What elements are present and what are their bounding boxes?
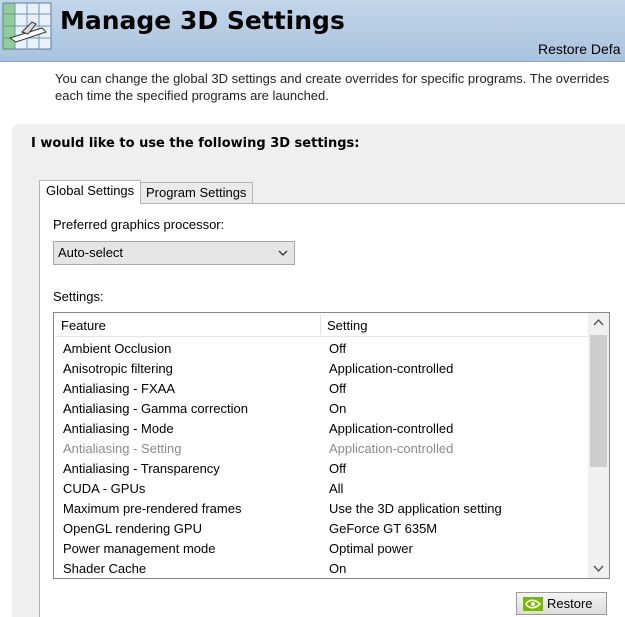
select-value: Auto-select [58,245,124,260]
scroll-down-icon[interactable] [588,558,609,578]
nvidia-icon [523,597,543,611]
settings-list[interactable]: Feature Setting Ambient Occlusion Off Anis… [53,312,610,579]
processor-label: Preferred graphics processor: [53,217,225,232]
page-description: You can change the global 3D settings an… [55,70,625,104]
table-row[interactable]: Maximum pre-rendered frames Use the 3D ap… [54,499,588,519]
feature-cell: Shader Cache [63,561,147,576]
page-header: Manage 3D Settings Restore Defa [0,0,625,62]
table-row[interactable]: Antialiasing - Setting Application-contro… [54,439,588,459]
feature-cell: Anisotropic filtering [63,361,173,376]
setting-cell[interactable]: Use the 3D application setting [329,499,502,519]
table-row[interactable]: OpenGL rendering GPU GeForce GT 635M [54,519,588,539]
feature-cell: Antialiasing - Setting [63,441,182,456]
column-header-setting[interactable]: Setting [327,313,367,337]
table-row[interactable]: CUDA - GPUs All [54,479,588,499]
list-rows: Ambient Occlusion Off Anisotropic filterin… [54,339,588,578]
setting-cell[interactable]: Off [329,459,346,479]
setting-cell[interactable]: Application-controlled [329,419,453,439]
feature-cell: Antialiasing - Mode [63,421,174,436]
chevron-down-icon [278,250,288,256]
vertical-scrollbar[interactable] [588,313,609,578]
setting-cell[interactable]: Off [329,379,346,399]
restore-defaults-link[interactable]: Restore Defa [538,41,620,57]
setting-cell[interactable]: GeForce GT 635M [329,519,437,539]
restore-button-label: Restore [547,596,593,611]
table-row[interactable]: Antialiasing - Gamma correction On [54,399,588,419]
column-divider[interactable] [320,315,321,335]
table-row[interactable]: Antialiasing - Transparency Off [54,459,588,479]
table-row[interactable]: Antialiasing - FXAA Off [54,379,588,399]
restore-button[interactable]: Restore [516,592,607,615]
feature-cell: Maximum pre-rendered frames [63,501,242,516]
table-row[interactable]: Anisotropic filtering Application-control… [54,359,588,379]
setting-cell[interactable]: On [329,559,346,578]
setting-cell[interactable]: Optimal power [329,539,413,559]
table-row[interactable]: Ambient Occlusion Off [54,339,588,359]
feature-cell: OpenGL rendering GPU [63,521,202,536]
column-header-feature[interactable]: Feature [61,313,106,337]
feature-cell: Antialiasing - Gamma correction [63,401,248,416]
page-title: Manage 3D Settings [60,6,345,35]
feature-cell: Power management mode [63,541,216,556]
setting-cell[interactable]: Application-controlled [329,359,453,379]
setting-cell[interactable]: All [329,479,343,499]
settings-label: Settings: [53,289,104,304]
scroll-thumb[interactable] [590,335,607,467]
setting-cell[interactable]: Off [329,339,346,359]
feature-cell: Ambient Occlusion [63,341,172,356]
setting-cell[interactable]: Application-controlled [329,439,453,459]
graphics-processor-select[interactable]: Auto-select [53,241,295,265]
feature-cell: Antialiasing - FXAA [63,381,175,396]
3d-settings-logo-icon [2,2,52,50]
scroll-up-icon[interactable] [588,313,609,333]
tab-program-settings[interactable]: Program Settings [139,182,254,204]
description-line-1: You can change the global 3D settings an… [55,71,610,86]
table-row[interactable]: Power management mode Optimal power [54,539,588,559]
table-row[interactable]: Antialiasing - Mode Application-controlle… [54,419,588,439]
panel-heading: I would like to use the following 3D set… [31,136,360,151]
description-line-2: each time the specified programs are lau… [55,88,329,103]
feature-cell: Antialiasing - Transparency [63,461,220,476]
feature-cell: CUDA - GPUs [63,481,146,496]
tab-global-settings[interactable]: Global Settings [39,180,142,204]
table-row[interactable]: Shader Cache On [54,559,588,578]
list-header: Feature Setting [54,313,588,337]
setting-cell[interactable]: On [329,399,346,419]
